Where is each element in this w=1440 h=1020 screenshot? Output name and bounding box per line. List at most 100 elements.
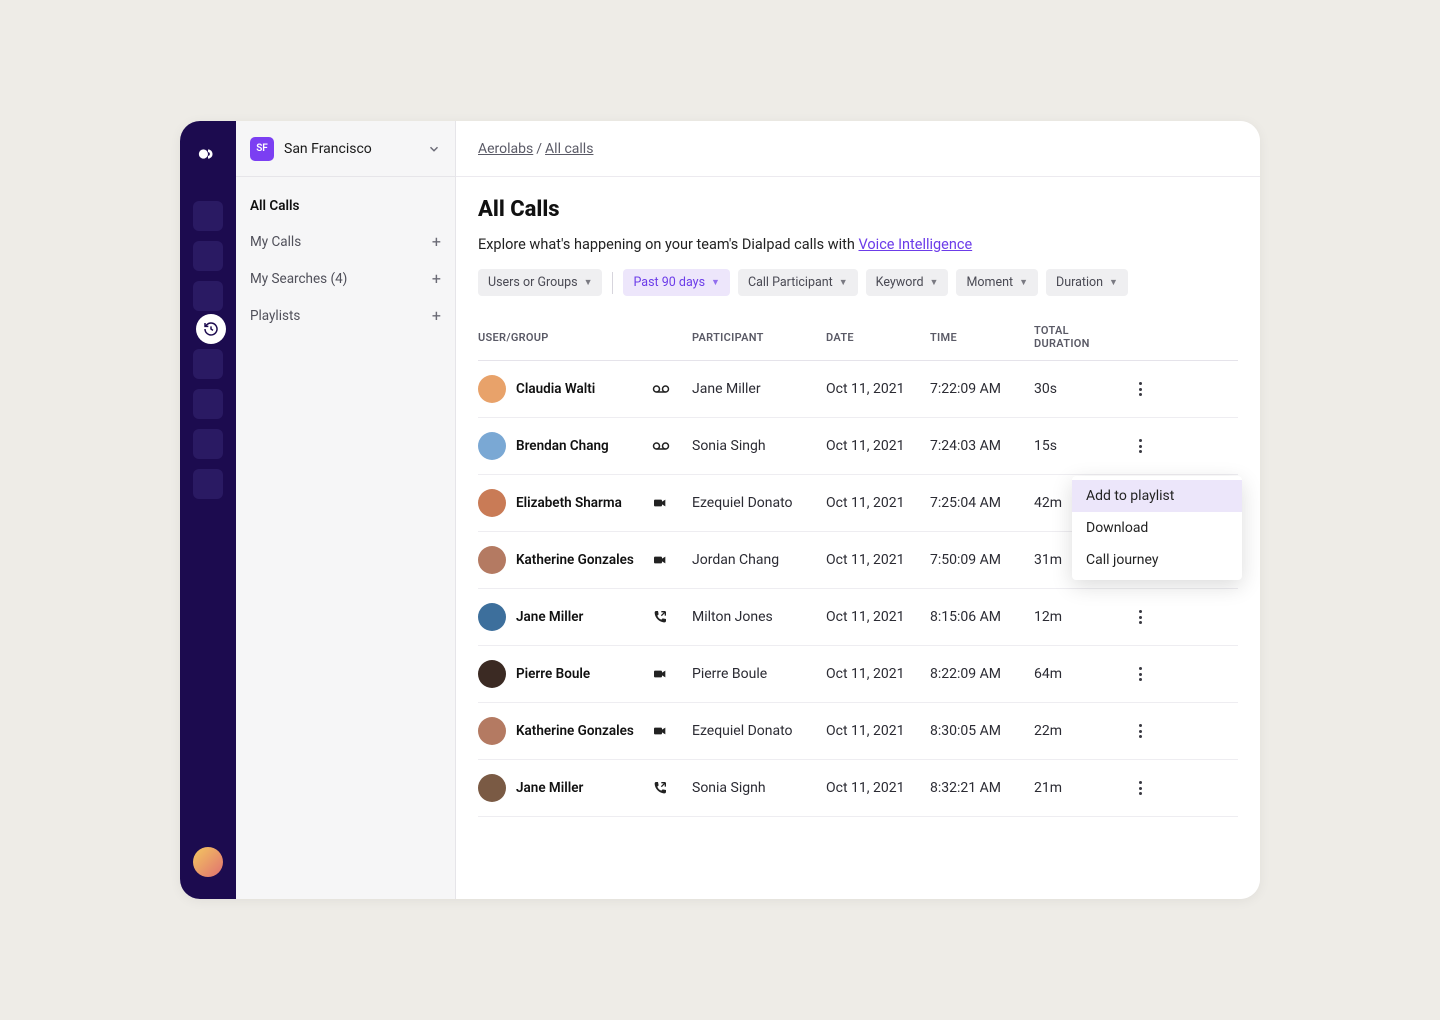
rail-item[interactable]	[193, 241, 223, 271]
menu-item[interactable]: Call journey	[1072, 544, 1242, 576]
user-group-cell: Brendan Chang	[478, 432, 688, 460]
time-cell: 7:50:09 AM	[930, 552, 1030, 568]
chevron-down-icon: ▼	[930, 277, 939, 288]
time-cell: 8:22:09 AM	[930, 666, 1030, 682]
row-menu-button[interactable]	[1128, 718, 1152, 744]
user-cell: Elizabeth Sharma	[478, 489, 622, 517]
user-name: Claudia Walti	[516, 381, 595, 397]
page-title: All Calls	[478, 197, 1238, 222]
rail-item-call-history[interactable]	[196, 314, 226, 344]
user-name: Katherine Gonzales	[516, 723, 634, 739]
date-cell: Oct 11, 2021	[826, 780, 926, 796]
plus-icon[interactable]: +	[432, 232, 441, 251]
sidebar-nav: All CallsMy Calls+My Searches (4)+Playli…	[236, 177, 455, 346]
workspace-switcher[interactable]: SF San Francisco	[236, 121, 455, 177]
call-icon	[652, 780, 670, 796]
user-cell: Katherine Gonzales	[478, 717, 634, 745]
voice-intelligence-link[interactable]: Voice Intelligence	[859, 236, 973, 253]
user-cell: Pierre Boule	[478, 660, 590, 688]
chevron-down-icon: ▼	[839, 277, 848, 288]
rail-item[interactable]	[193, 281, 223, 311]
user-name: Pierre Boule	[516, 666, 590, 682]
table-row[interactable]: Pierre BoulePierre BouleOct 11, 20218:22…	[478, 646, 1238, 703]
table-row[interactable]: Jane MillerMilton JonesOct 11, 20218:15:…	[478, 589, 1238, 646]
time-cell: 7:24:03 AM	[930, 438, 1030, 454]
user-name: Elizabeth Sharma	[516, 495, 622, 511]
rail-item[interactable]	[193, 469, 223, 499]
time-cell: 7:22:09 AM	[930, 381, 1030, 397]
user-group-cell: Katherine Gonzales	[478, 717, 688, 745]
filter-chip-label: Keyword	[876, 275, 924, 290]
menu-item[interactable]: Add to playlist	[1072, 480, 1242, 512]
chevron-down-icon	[427, 142, 441, 156]
rail-item[interactable]	[193, 201, 223, 231]
user-group-cell: Jane Miller	[478, 603, 688, 631]
avatar	[478, 489, 506, 517]
rail-item[interactable]	[193, 389, 223, 419]
filter-chip[interactable]: Past 90 days▼	[623, 269, 729, 296]
row-menu-button[interactable]	[1128, 376, 1152, 402]
participant-cell: Sonia Signh	[692, 780, 822, 796]
breadcrumb-link-root[interactable]: Aerolabs	[478, 141, 533, 157]
duration-cell: 30s	[1034, 381, 1124, 397]
user-name: Jane Miller	[516, 780, 583, 796]
filter-chip[interactable]: Keyword ▼	[866, 269, 949, 296]
user-cell: Brendan Chang	[478, 432, 609, 460]
time-cell: 7:25:04 AM	[930, 495, 1030, 511]
date-cell: Oct 11, 2021	[826, 495, 926, 511]
user-name: Brendan Chang	[516, 438, 609, 454]
rail-item[interactable]	[193, 429, 223, 459]
voicemail-icon	[652, 437, 670, 455]
sidebar-item[interactable]: My Searches (4)+	[236, 260, 455, 297]
filter-chip-label: Users or Groups	[488, 275, 578, 290]
participant-cell: Jane Miller	[692, 381, 822, 397]
filter-chip[interactable]: Duration▼	[1046, 269, 1128, 296]
rail-item[interactable]	[193, 349, 223, 379]
col-participant: PARTICIPANT	[692, 331, 822, 344]
row-menu-button[interactable]	[1128, 604, 1152, 630]
table-row[interactable]: Katherine GonzalesEzequiel DonatoOct 11,…	[478, 703, 1238, 760]
row-menu-button[interactable]	[1128, 775, 1152, 801]
table-row[interactable]: Jane MillerSonia SignhOct 11, 20218:32:2…	[478, 760, 1238, 817]
user-group-cell: Elizabeth Sharma	[478, 489, 688, 517]
participant-cell: Ezequiel Donato	[692, 495, 822, 511]
time-cell: 8:15:06 AM	[930, 609, 1030, 625]
menu-item[interactable]: Download	[1072, 512, 1242, 544]
filter-chip[interactable]: Users or Groups ▼	[478, 269, 602, 296]
filter-divider	[612, 272, 613, 294]
video-icon	[652, 723, 670, 739]
filter-chip[interactable]: Moment▼	[956, 269, 1038, 296]
breadcrumb: Aerolabs / All calls	[456, 121, 1260, 177]
chevron-down-icon: ▼	[1109, 277, 1118, 288]
avatar	[478, 375, 506, 403]
avatar	[478, 603, 506, 631]
participant-cell: Sonia Singh	[692, 438, 822, 454]
sidebar-item[interactable]: All Calls	[236, 189, 455, 223]
video-icon	[652, 666, 670, 682]
table-row[interactable]: Brendan Chang Sonia SinghOct 11, 20217:24…	[478, 418, 1238, 475]
chevron-down-icon: ▼	[584, 277, 593, 288]
plus-icon[interactable]: +	[432, 306, 441, 325]
user-name: Katherine Gonzales	[516, 552, 634, 568]
workspace-badge: SF	[250, 137, 274, 161]
duration-cell: 22m	[1034, 723, 1124, 739]
sidebar-item[interactable]: Playlists +	[236, 297, 455, 334]
date-cell: Oct 11, 2021	[826, 438, 926, 454]
workspace-name: San Francisco	[284, 141, 427, 157]
row-menu-button[interactable]	[1128, 661, 1152, 687]
sidebar-item-label: Playlists	[250, 308, 300, 324]
sidebar-item-label: My Calls	[250, 234, 301, 250]
date-cell: Oct 11, 2021	[826, 609, 926, 625]
user-group-cell: Claudia Walti	[478, 375, 688, 403]
chevron-down-icon: ▼	[1019, 277, 1028, 288]
participant-cell: Ezequiel Donato	[692, 723, 822, 739]
row-menu-button[interactable]	[1128, 433, 1152, 459]
sidebar-item[interactable]: My Calls +	[236, 223, 455, 260]
filter-chip[interactable]: Call Participant▼	[738, 269, 858, 296]
table-row[interactable]: Claudia WaltiJane MillerOct 11, 20217:22…	[478, 361, 1238, 418]
participant-cell: Pierre Boule	[692, 666, 822, 682]
user-name: Jane Miller	[516, 609, 583, 625]
breadcrumb-current[interactable]: All calls	[545, 141, 593, 157]
current-user-avatar[interactable]	[193, 847, 223, 877]
plus-icon[interactable]: +	[432, 269, 441, 288]
